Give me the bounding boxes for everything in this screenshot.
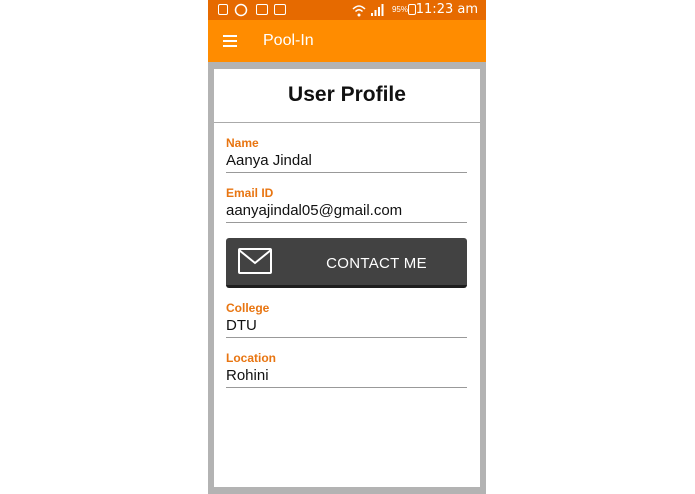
college-field: College DTU — [226, 301, 467, 338]
status-bar: 95% 11:23 am — [208, 0, 486, 20]
college-label: College — [226, 301, 270, 315]
profile-card: User Profile Name Aanya Jindal Email ID … — [214, 69, 480, 487]
contact-me-button[interactable]: CONTACT ME — [226, 238, 467, 288]
phone-screen: 95% 11:23 am Pool-In User Profile Name A… — [208, 0, 486, 494]
contact-me-label: CONTACT ME — [326, 255, 427, 272]
location-underline — [226, 387, 467, 388]
page-title: User Profile — [288, 83, 406, 106]
name-label: Name — [226, 136, 259, 150]
signal-icon — [371, 4, 384, 16]
email-field: Email ID aanyajindal05@gmail.com — [226, 186, 467, 223]
app-bar: Pool-In — [208, 20, 486, 62]
location-label: Location — [226, 351, 276, 365]
location-value: Rohini — [226, 367, 269, 384]
battery-percent: 95% — [391, 5, 408, 14]
email-value: aanyajindal05@gmail.com — [226, 202, 403, 219]
wifi-icon — [352, 5, 366, 17]
menu-icon[interactable] — [223, 35, 237, 47]
gallery-icon — [256, 4, 268, 15]
gmail-icon — [274, 4, 286, 15]
header-divider — [214, 122, 480, 123]
location-field: Location Rohini — [226, 351, 467, 388]
whatsapp-icon — [234, 3, 248, 17]
name-underline — [226, 172, 467, 173]
notification-icon — [218, 4, 228, 15]
college-value: DTU — [226, 317, 257, 334]
email-underline — [226, 222, 467, 223]
name-value: Aanya Jindal — [226, 152, 312, 169]
status-time: 11:23 am — [415, 2, 478, 17]
email-label: Email ID — [226, 186, 274, 200]
name-field: Name Aanya Jindal — [226, 136, 467, 173]
app-title: Pool-In — [263, 32, 314, 49]
college-underline — [226, 337, 467, 338]
mail-icon — [238, 248, 272, 274]
